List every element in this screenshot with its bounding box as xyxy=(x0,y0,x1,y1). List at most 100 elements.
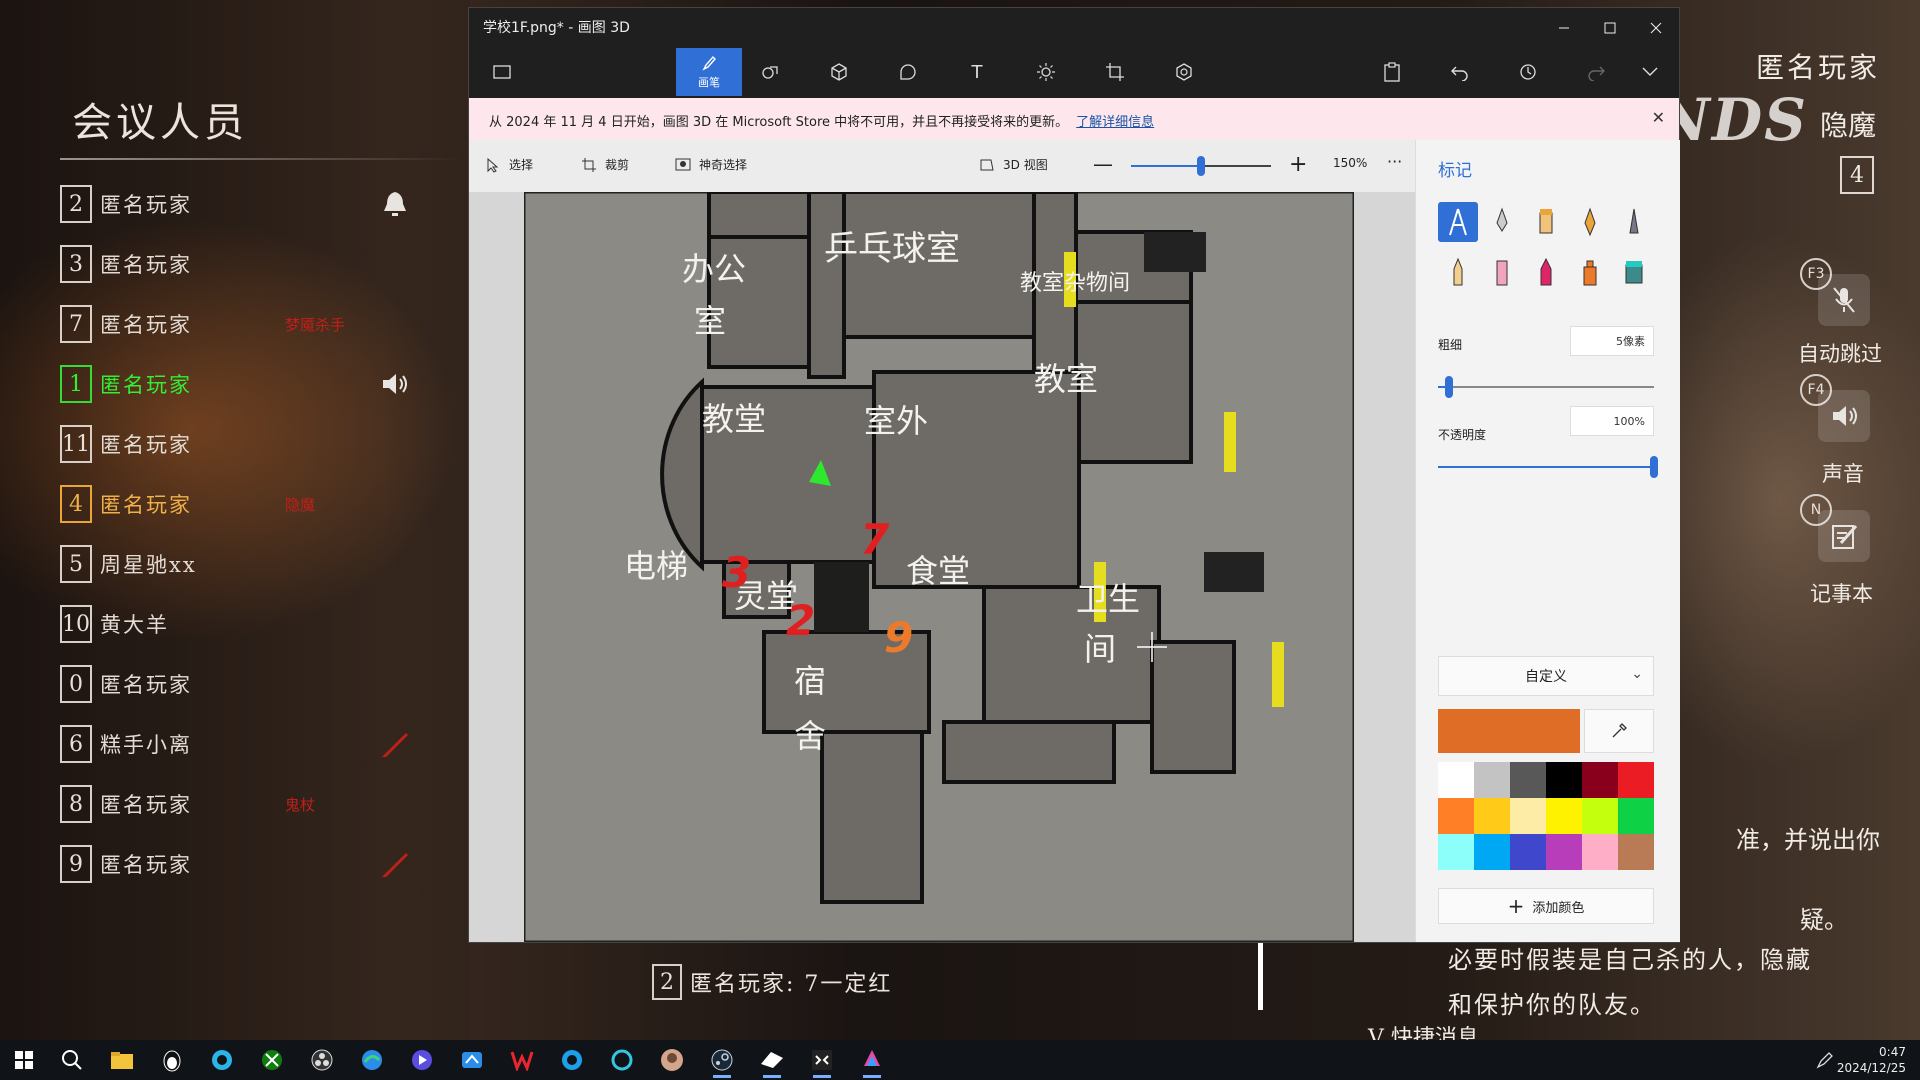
thickness-slider[interactable] xyxy=(1438,376,1654,398)
palette-swatch[interactable] xyxy=(1474,834,1510,870)
calligraphy-pen-brush[interactable] xyxy=(1482,202,1522,242)
paste-button[interactable] xyxy=(1367,48,1417,96)
eyedropper-button[interactable] xyxy=(1584,709,1654,753)
mail-taskbar[interactable] xyxy=(457,1045,487,1075)
zoom-slider-thumb[interactable] xyxy=(1197,156,1205,176)
minimize-button[interactable] xyxy=(1541,8,1587,48)
stickers-tab[interactable] xyxy=(883,48,933,96)
text-tab[interactable]: T xyxy=(952,48,1002,96)
player-row[interactable]: 3 匿名玩家 xyxy=(60,234,460,294)
3d-library-tab[interactable] xyxy=(1159,48,1209,96)
zoom-slider[interactable] xyxy=(1131,156,1271,176)
effects-tab[interactable] xyxy=(1021,48,1071,96)
start-button[interactable] xyxy=(9,1045,39,1075)
watercolor-brush[interactable] xyxy=(1570,202,1610,242)
spray-can-brush[interactable] xyxy=(1570,252,1610,292)
brushes-tab[interactable]: 画笔 xyxy=(676,48,742,96)
player-row[interactable]: 7 匿名玩家 梦魇杀手 xyxy=(60,294,460,354)
palette-swatch[interactable] xyxy=(1474,798,1510,834)
current-color-swatch[interactable] xyxy=(1438,709,1580,753)
player-row[interactable]: 4 匿名玩家 隐魔 xyxy=(60,474,460,534)
crayon-brush[interactable] xyxy=(1526,252,1566,292)
opacity-slider[interactable] xyxy=(1438,456,1658,478)
avatar-app-taskbar[interactable] xyxy=(657,1045,687,1075)
select-tool[interactable]: 选择 xyxy=(485,156,533,173)
3d-view-toggle[interactable]: 3D 视图 xyxy=(979,156,1048,173)
player-taskbar[interactable] xyxy=(407,1045,437,1075)
color-mode-dropdown[interactable]: 自定义 ⌄ xyxy=(1438,656,1654,696)
file-explorer-taskbar[interactable] xyxy=(107,1045,137,1075)
palette-swatch[interactable] xyxy=(1618,798,1654,834)
palette-swatch[interactable] xyxy=(1582,798,1618,834)
player-row[interactable]: 0 匿名玩家 xyxy=(60,654,460,714)
pencil-brush[interactable] xyxy=(1438,252,1478,292)
qq-taskbar[interactable] xyxy=(157,1045,187,1075)
palette-swatch[interactable] xyxy=(1510,762,1546,798)
player-row[interactable]: 1 匿名玩家 xyxy=(60,354,460,414)
player-row[interactable]: 5 周星驰xx xyxy=(60,534,460,594)
title-bar[interactable]: 学校1F.png* - 画图 3D xyxy=(469,8,1679,48)
steam-taskbar[interactable] xyxy=(707,1045,737,1078)
ring-app-taskbar[interactable] xyxy=(607,1045,637,1075)
player-row[interactable]: 2 匿名玩家 xyxy=(60,174,460,234)
redo-button[interactable] xyxy=(1571,48,1621,96)
palette-swatch[interactable] xyxy=(1510,798,1546,834)
browser-taskbar[interactable] xyxy=(557,1045,587,1075)
search-button[interactable] xyxy=(57,1045,87,1075)
palette-swatch[interactable] xyxy=(1474,762,1510,798)
edge-taskbar-1[interactable] xyxy=(207,1045,237,1075)
oil-brush[interactable] xyxy=(1526,202,1566,242)
palette-swatch[interactable] xyxy=(1582,834,1618,870)
player-row[interactable]: 10 黄大羊 xyxy=(60,594,460,654)
zoom-out-button[interactable]: — xyxy=(1093,152,1113,176)
eraser-brush[interactable] xyxy=(1482,252,1522,292)
undo-button[interactable] xyxy=(1435,48,1485,96)
obs-taskbar[interactable] xyxy=(307,1045,337,1075)
crop-tool[interactable]: 裁剪 xyxy=(581,156,629,173)
expand-ribbon-button[interactable] xyxy=(1625,48,1675,96)
player-row[interactable]: 9 匿名玩家 xyxy=(60,834,460,894)
game-launcher-taskbar[interactable] xyxy=(807,1045,837,1078)
palette-swatch[interactable] xyxy=(1438,798,1474,834)
palette-swatch[interactable] xyxy=(1546,834,1582,870)
magic-select-tool[interactable]: 神奇选择 xyxy=(675,156,747,173)
player-row[interactable]: 11 匿名玩家 xyxy=(60,414,460,474)
thickness-input[interactable]: 5像素 xyxy=(1570,326,1654,356)
canvas-tab[interactable] xyxy=(1090,48,1140,96)
palette-swatch[interactable] xyxy=(1438,762,1474,798)
close-button[interactable] xyxy=(1633,8,1679,48)
palette-swatch[interactable] xyxy=(1582,762,1618,798)
add-color-button[interactable]: + 添加颜色 xyxy=(1438,888,1654,924)
edge-taskbar-2[interactable] xyxy=(357,1045,387,1075)
canvas-area[interactable]: 乒乓球室 办公室教室杂物间 教室 教堂 室外 电梯 灵堂 食堂 卫生间宿舍 3729 xyxy=(469,192,1415,942)
maximize-button[interactable] xyxy=(1587,8,1633,48)
palette-swatch[interactable] xyxy=(1438,834,1474,870)
sound-button[interactable] xyxy=(1818,390,1870,442)
mute-mic-button[interactable] xyxy=(1818,274,1870,326)
chat-scrollbar[interactable] xyxy=(1258,940,1263,1010)
marker-brush[interactable] xyxy=(1438,202,1478,242)
paint3d-taskbar[interactable] xyxy=(857,1045,887,1078)
palette-swatch[interactable] xyxy=(1510,834,1546,870)
history-button[interactable] xyxy=(1503,48,1553,96)
menu-button[interactable] xyxy=(477,48,527,96)
palette-swatch[interactable] xyxy=(1618,762,1654,798)
opacity-input[interactable]: 100% xyxy=(1570,406,1654,436)
zoom-level[interactable]: 150% xyxy=(1333,156,1367,170)
fill-brush[interactable] xyxy=(1614,252,1654,292)
player-row[interactable]: 8 匿名玩家 鬼杖 xyxy=(60,774,460,834)
opacity-slider-thumb[interactable] xyxy=(1650,456,1658,478)
system-clock[interactable]: 0:47 2024/12/25 xyxy=(1837,1044,1906,1076)
2d-shapes-tab[interactable] xyxy=(745,48,795,96)
thickness-slider-thumb[interactable] xyxy=(1444,376,1453,398)
notepad-button[interactable] xyxy=(1818,510,1870,562)
school-map-image[interactable]: 乒乓球室 办公室教室杂物间 教室 教堂 室外 电梯 灵堂 食堂 卫生间宿舍 3729 xyxy=(524,192,1354,942)
wps-taskbar[interactable] xyxy=(507,1045,537,1075)
xbox-taskbar[interactable] xyxy=(257,1045,287,1075)
palette-swatch[interactable] xyxy=(1546,798,1582,834)
3d-shapes-tab[interactable] xyxy=(814,48,864,96)
more-options-button[interactable]: ··· xyxy=(1387,152,1402,171)
learn-more-link[interactable]: 了解详细信息 xyxy=(1076,115,1154,130)
player-row[interactable]: 6 糕手小离 xyxy=(60,714,460,774)
pixel-pen-brush[interactable] xyxy=(1614,202,1654,242)
